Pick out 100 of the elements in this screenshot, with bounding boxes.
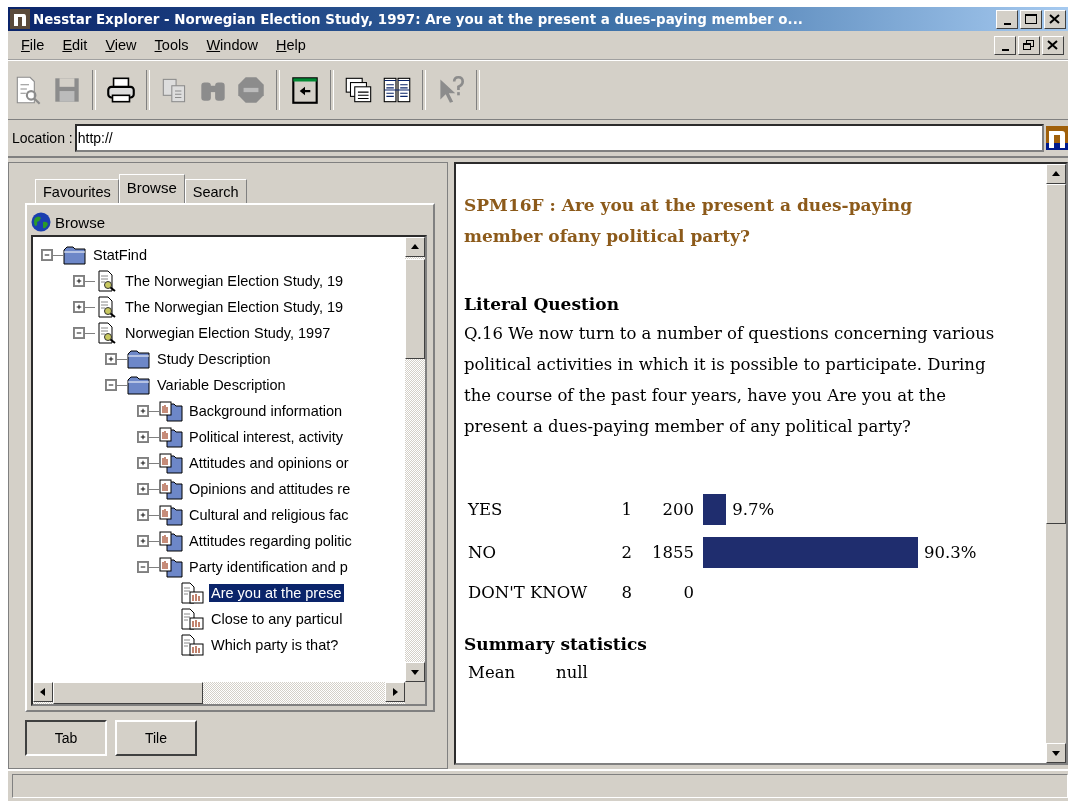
chart-folder-icon xyxy=(159,504,183,526)
frequency-bar xyxy=(703,494,727,525)
minimize-icon xyxy=(1001,48,1009,51)
expand-icon[interactable] xyxy=(105,353,117,365)
tree-item[interactable]: Are you at the prese xyxy=(209,584,344,602)
horizontal-scrollbar[interactable] xyxy=(33,682,405,704)
collapse-icon[interactable] xyxy=(137,561,149,573)
expand-icon[interactable] xyxy=(137,457,149,469)
question-text: Q.16 We now turn to a number of questions concerning various political activities in which it is possible to participate. During the course of the past four years, have you Are you at the present a dues-paying member of any political party? xyxy=(464,323,996,438)
close-button[interactable] xyxy=(1042,35,1064,55)
collapse-icon[interactable] xyxy=(73,327,85,339)
chart-document-icon xyxy=(181,608,205,630)
collapse-icon[interactable] xyxy=(105,379,117,391)
tree-item[interactable]: StatFind xyxy=(91,246,149,264)
globe-icon xyxy=(31,212,51,232)
window-title: Nesstar Explorer - Norwegian Election Study, 1997: Are you at the present a dues-paying member o... xyxy=(33,11,804,27)
statistic-label: Mean xyxy=(468,662,517,684)
percent-label: 9.7% xyxy=(732,500,775,519)
chart-folder-icon xyxy=(159,426,183,448)
restore-icon xyxy=(1022,39,1036,51)
scroll-down-button[interactable] xyxy=(1046,743,1066,763)
minimize-button[interactable] xyxy=(994,35,1016,55)
expand-icon[interactable] xyxy=(137,509,149,521)
category-count: 200 xyxy=(661,498,694,521)
tab[interactable]: Favourites xyxy=(35,179,119,203)
maximize-icon xyxy=(1024,13,1038,25)
tree-item[interactable]: Which party is that? xyxy=(209,636,341,654)
chart-folder-icon xyxy=(159,478,183,500)
expand-icon[interactable] xyxy=(137,483,149,495)
tab[interactable]: Search xyxy=(184,179,247,203)
chart-folder-icon xyxy=(159,452,183,474)
menu-item[interactable]: Edit xyxy=(53,37,97,53)
category-label: DON'T KNOW xyxy=(467,582,589,604)
browse-header: Browse xyxy=(55,213,106,231)
expand-icon[interactable] xyxy=(73,275,85,287)
category-code: 8 xyxy=(620,582,632,604)
location-field[interactable]: http:// xyxy=(74,124,1044,152)
location-label: Location : xyxy=(12,130,73,146)
chart-folder-icon xyxy=(159,530,183,552)
section-title: Literal Question xyxy=(464,293,620,316)
menu-item[interactable]: View xyxy=(96,37,146,53)
tree-item[interactable]: Attitudes regarding politic xyxy=(187,532,354,550)
menu-item[interactable]: Window xyxy=(197,37,267,53)
tree-item[interactable]: Variable Description xyxy=(155,376,288,394)
chart-document-icon xyxy=(181,582,205,604)
scroll-thumb[interactable] xyxy=(1046,184,1066,524)
folder-icon xyxy=(127,348,151,370)
scroll-up-button[interactable] xyxy=(405,237,425,257)
menu-item[interactable]: File xyxy=(12,37,54,53)
section-title: Summary statistics xyxy=(464,633,648,656)
close-icon xyxy=(1046,39,1060,51)
tree-item[interactable]: Study Description xyxy=(155,350,273,368)
chart-folder-icon xyxy=(159,556,183,578)
category-count: 0 xyxy=(682,582,694,604)
folder-icon xyxy=(63,244,87,266)
tree-item[interactable]: Political interest, activity xyxy=(187,428,345,446)
vertical-scrollbar[interactable] xyxy=(1046,164,1066,763)
app-icon xyxy=(10,9,30,29)
tree-item[interactable]: The Norwegian Election Study, 19 xyxy=(123,272,346,290)
scroll-left-button[interactable] xyxy=(33,682,53,702)
scroll-thumb[interactable] xyxy=(53,682,203,704)
view-button[interactable]: Tab xyxy=(25,720,107,756)
chart-document-icon xyxy=(181,634,205,656)
scroll-right-button[interactable] xyxy=(385,682,405,702)
restore-button[interactable] xyxy=(1018,35,1040,55)
folder-icon xyxy=(127,374,151,396)
category-label: NO xyxy=(467,541,497,564)
tree-item[interactable]: Norwegian Election Study, 1997 xyxy=(123,324,333,342)
minimize-icon xyxy=(1003,22,1011,25)
maximize-button[interactable] xyxy=(1020,9,1042,29)
category-count: 1855 xyxy=(651,541,694,564)
expand-icon[interactable] xyxy=(73,301,85,313)
menu-item[interactable]: Tools xyxy=(145,37,198,53)
scroll-up-button[interactable] xyxy=(1046,164,1066,184)
category-code: 1 xyxy=(620,498,632,521)
tree-item[interactable]: Party identification and p xyxy=(187,558,350,576)
tree-item[interactable]: Cultural and religious fac xyxy=(187,506,351,524)
tree-item[interactable]: The Norwegian Election Study, 19 xyxy=(123,298,346,316)
minimize-button[interactable] xyxy=(996,9,1018,29)
close-icon xyxy=(1048,13,1062,25)
scroll-down-button[interactable] xyxy=(405,662,425,682)
percent-label: 90.3% xyxy=(924,543,977,562)
vertical-scrollbar[interactable] xyxy=(405,237,425,682)
tree-item[interactable]: Opinions and attitudes re xyxy=(187,480,353,498)
expand-icon[interactable] xyxy=(137,535,149,547)
tab[interactable]: Browse xyxy=(118,174,185,203)
tree-item[interactable]: Close to any particul xyxy=(209,610,345,628)
category-code: 2 xyxy=(620,541,632,564)
tree-item[interactable]: Background information xyxy=(187,402,345,420)
view-button[interactable]: Tile xyxy=(115,720,197,756)
scroll-thumb[interactable] xyxy=(405,259,425,359)
chart-folder-icon xyxy=(159,400,183,422)
collapse-icon[interactable] xyxy=(41,249,53,261)
menu-item[interactable]: Help xyxy=(267,37,315,53)
variable-heading: SPM16F : Are you at the present a dues-paying member ofany political party? xyxy=(464,194,914,248)
expand-icon[interactable] xyxy=(137,431,149,443)
close-button[interactable] xyxy=(1044,9,1066,29)
category-label: YES xyxy=(466,498,504,521)
expand-icon[interactable] xyxy=(137,405,149,417)
tree-item[interactable]: Attitudes and opinions or xyxy=(187,454,351,472)
